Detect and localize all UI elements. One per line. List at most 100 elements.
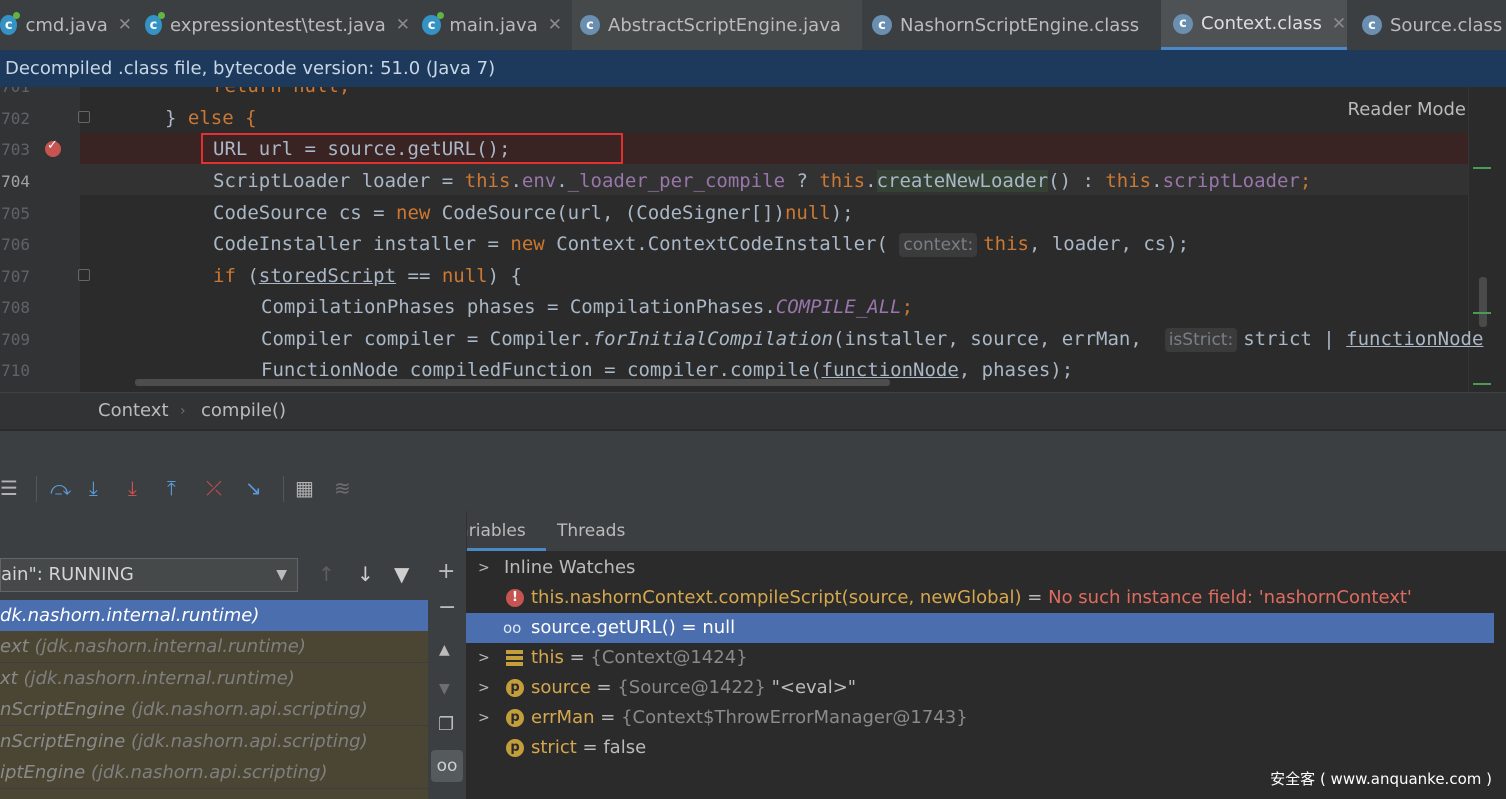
glasses-icon[interactable]: oo — [431, 750, 463, 782]
copy-icon[interactable]: ❐ — [438, 714, 454, 735]
glasses-icon: oo — [503, 619, 522, 637]
watermark: 安全客 ( www.anquanke.com ) — [1270, 770, 1492, 788]
chevron-right-icon: › — [180, 403, 186, 419]
watch-item[interactable]: ! this.nashornContext.compileScript(sour… — [466, 583, 1494, 613]
variable-strict[interactable]: p strict = false — [466, 733, 1494, 763]
line-number: 703 — [1, 140, 30, 159]
line-number: 705 — [1, 204, 30, 223]
code-line-708: CompilationPhases phases = CompilationPh… — [261, 296, 914, 318]
code-editor[interactable]: Reader Mode 701 702 703 704 705 706 707 … — [0, 87, 1506, 392]
trace-icon[interactable]: ≋ — [334, 476, 351, 500]
inline-watches-node[interactable]: > Inline Watches — [466, 553, 1494, 583]
line-number: 701 — [0, 87, 30, 102]
run-to-cursor-icon[interactable]: ↘ — [245, 476, 262, 500]
variable-this[interactable]: > this = {Context@1424} — [466, 643, 1494, 673]
breadcrumb-method[interactable]: compile() — [201, 393, 286, 429]
force-step-into-icon[interactable]: ⤓ — [128, 476, 137, 500]
variables-toolbar: + − ▲ ▼ ❐ oo — [428, 511, 467, 799]
frame-item — [0, 789, 428, 799]
frame-item[interactable]: iptEngine (jdk.nashorn.api.scripting) — [0, 757, 428, 788]
close-icon[interactable]: ✕ — [1332, 14, 1346, 34]
editor-tab-bar: c cmd.java ✕ c expressiontest\test.java … — [0, 0, 1506, 51]
code-line-702: } else { — [165, 107, 257, 129]
java-class-icon: c — [0, 12, 21, 35]
code-line-709: Compiler compiler = Compiler.forInitialC… — [261, 328, 1484, 352]
line-number: 707 — [1, 267, 30, 286]
tab-source-class[interactable]: c Source.class — [1352, 0, 1506, 50]
line-number: 704 — [1, 172, 30, 191]
frame-item[interactable]: xt (jdk.nashorn.internal.runtime) — [0, 663, 428, 694]
filter-icon[interactable]: ▼ — [394, 562, 409, 586]
remove-icon[interactable]: − — [438, 595, 456, 620]
frame-item[interactable]: ext (jdk.nashorn.internal.runtime) — [0, 631, 428, 662]
java-library-class-icon: c — [1173, 13, 1193, 34]
fold-icon[interactable] — [78, 111, 90, 123]
line-number: 709 — [1, 330, 30, 349]
move-down-icon[interactable]: ▼ — [439, 681, 450, 697]
horizontal-scrollbar[interactable] — [135, 379, 890, 386]
debug-toolbar: ☰ ⤼ ⤓ ⤓ ⤒ ⤫ ↘ ▦ ≋ — [0, 468, 1506, 512]
breadcrumb-class[interactable]: Context — [98, 393, 169, 429]
frame-item[interactable]: dk.nashorn.internal.runtime) — [0, 600, 428, 631]
fold-icon[interactable] — [78, 269, 90, 281]
close-icon[interactable]: ✕ — [396, 15, 410, 35]
highlight-annotation-box — [201, 133, 623, 164]
parameter-hint: context: — [899, 233, 978, 257]
code-line-701: return null; — [213, 87, 350, 102]
debug-tool-window-header — [0, 430, 1506, 469]
tab-threads[interactable]: Threads — [537, 511, 645, 551]
java-class-icon: c — [145, 12, 166, 35]
tab-expressiontest-test-java[interactable]: c expressiontest\test.java ✕ — [145, 0, 410, 50]
move-up-icon[interactable]: ▲ — [439, 642, 450, 658]
breadcrumb: Context › compile() — [0, 392, 1506, 429]
tab-abstractscriptengine-java[interactable]: c AbstractScriptEngine.java — [572, 0, 862, 50]
chevron-right-icon[interactable]: > — [478, 673, 490, 703]
chevron-down-icon: ▼ — [276, 567, 287, 583]
frame-item[interactable]: nScriptEngine (jdk.nashorn.api.scripting… — [0, 694, 428, 725]
add-icon[interactable]: + — [437, 559, 455, 584]
chevron-right-icon[interactable]: > — [478, 703, 490, 733]
breakpoint-icon[interactable] — [45, 138, 61, 157]
parameter-hint: isStrict: — [1164, 328, 1238, 352]
tab-nashornscriptengine-class[interactable]: c NashornScriptEngine.class — [872, 0, 1157, 50]
parameter-icon: p — [506, 739, 524, 757]
variable-source[interactable]: > p source = {Source@1422} "<eval>" — [466, 673, 1494, 703]
java-class-icon: c — [422, 12, 445, 35]
thread-selector[interactable]: ain": RUNNING ▼ — [0, 558, 298, 592]
line-number: 702 — [1, 109, 30, 128]
arrow-down-icon[interactable]: ↓ — [357, 562, 374, 586]
line-number: 706 — [1, 235, 30, 254]
frame-item[interactable]: nScriptEngine (jdk.nashorn.api.scripting… — [0, 726, 428, 757]
code-line-705: CodeSource cs = new CodeSource(url, (Cod… — [213, 202, 854, 224]
tab-main-java[interactable]: c main.java ✕ — [422, 0, 562, 50]
step-out-icon[interactable]: ⤒ — [167, 476, 176, 500]
parameter-icon: p — [506, 679, 524, 697]
arrow-up-icon[interactable]: ↑ — [318, 562, 335, 586]
variable-errman[interactable]: > p errMan = {Context$ThrowErrorManager@… — [466, 703, 1494, 733]
menu-icon[interactable]: ☰ — [0, 476, 18, 500]
stack-icon — [506, 650, 523, 666]
decompiled-banner: Decompiled .class file, bytecode version… — [0, 50, 1506, 87]
java-library-class-icon: c — [580, 15, 600, 35]
tab-context-class[interactable]: c Context.class ✕ — [1161, 0, 1347, 50]
error-icon: ! — [506, 589, 524, 607]
line-number: 710 — [1, 361, 30, 380]
chevron-right-icon[interactable]: > — [478, 553, 490, 583]
evaluate-expression-icon[interactable]: ▦ — [295, 476, 314, 500]
variables-tree: > Inline Watches ! this.nashornContext.c… — [466, 551, 1506, 799]
drop-frame-icon[interactable]: ⤫ — [206, 476, 222, 500]
reader-mode-toggle[interactable]: Reader Mode — [1348, 99, 1466, 120]
chevron-right-icon[interactable]: > — [478, 643, 490, 673]
step-into-icon[interactable]: ⤓ — [89, 476, 98, 500]
parameter-icon: p — [506, 709, 524, 727]
close-icon[interactable]: ✕ — [548, 15, 562, 35]
tab-cmd-java[interactable]: c cmd.java ✕ — [0, 0, 132, 50]
watch-item-selected[interactable]: oo source.getURL() = null — [466, 613, 1494, 643]
scrollbar-thumb[interactable] — [1479, 277, 1487, 327]
close-icon[interactable]: ✕ — [118, 15, 132, 35]
line-number: 708 — [1, 298, 30, 317]
code-line-704: ScriptLoader loader = this.env._loader_p… — [213, 170, 1312, 192]
code-line-707: if (storedScript == null) { — [213, 265, 522, 287]
java-library-class-icon: c — [1362, 15, 1382, 35]
step-over-icon[interactable]: ⤼ — [50, 476, 71, 500]
